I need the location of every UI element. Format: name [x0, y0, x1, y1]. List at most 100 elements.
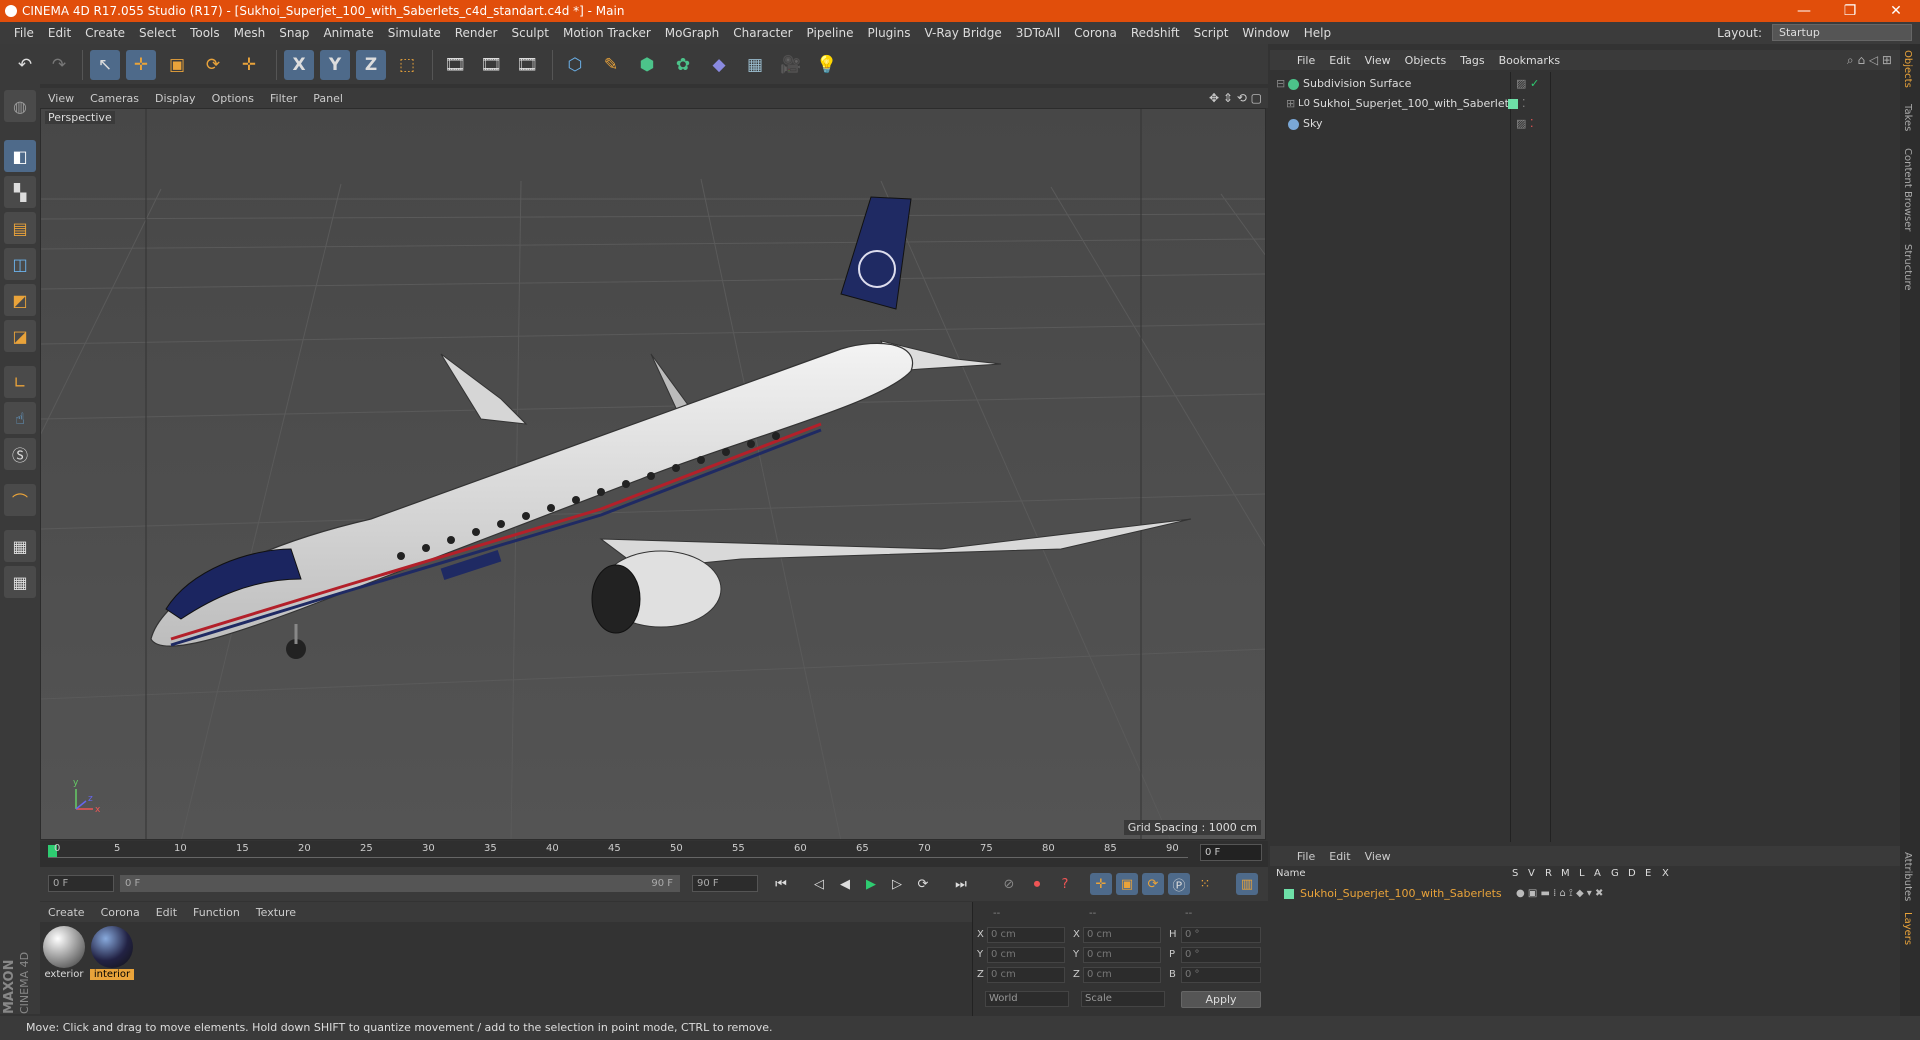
- menu-simulate[interactable]: Simulate: [381, 22, 448, 44]
- menu-corona[interactable]: Corona: [1067, 22, 1124, 44]
- key-rotation-icon[interactable]: ⟳: [1142, 873, 1164, 895]
- play-icon[interactable]: ▶: [860, 873, 882, 895]
- scale-tool-icon[interactable]: ▣: [162, 50, 192, 80]
- workplane-lock-icon[interactable]: ▦: [4, 566, 36, 598]
- objects-menu-tags[interactable]: Tags: [1453, 51, 1491, 71]
- viewport-menu-options[interactable]: Options: [204, 89, 262, 109]
- render-picture-viewer-icon[interactable]: 🎞: [476, 50, 506, 80]
- next-frame-icon[interactable]: ▷: [886, 873, 908, 895]
- viewport-camera-label[interactable]: Perspective: [45, 111, 115, 124]
- key-pla-icon[interactable]: ⁙: [1194, 873, 1216, 895]
- layout-dropdown[interactable]: Startup: [1772, 24, 1912, 41]
- restore-button[interactable]: ❐: [1830, 0, 1870, 22]
- position-y-field[interactable]: 0 cm: [987, 947, 1065, 963]
- menu-mesh[interactable]: Mesh: [227, 22, 273, 44]
- grid-lock-icon[interactable]: ▦: [4, 530, 36, 562]
- menu-motion-tracker[interactable]: Motion Tracker: [556, 22, 658, 44]
- x-axis-lock-icon[interactable]: X: [284, 50, 314, 80]
- edges-mode-icon[interactable]: ◩: [4, 284, 36, 316]
- pen-spline-icon[interactable]: ✎: [596, 50, 626, 80]
- rotation-b-field[interactable]: 0 °: [1181, 967, 1261, 983]
- floor-icon[interactable]: ▦: [740, 50, 770, 80]
- menu-script[interactable]: Script: [1187, 22, 1236, 44]
- start-frame-field[interactable]: 0 F: [48, 875, 114, 892]
- previous-key-icon[interactable]: ◁: [808, 873, 830, 895]
- size-mode-dropdown[interactable]: Scale: [1081, 991, 1165, 1007]
- viewport-nav-icons[interactable]: ✥ ⇕ ⟲ ▢: [1209, 88, 1262, 108]
- next-key-icon[interactable]: ⟳: [912, 873, 934, 895]
- key-parameter-icon[interactable]: Ⓟ: [1168, 873, 1190, 895]
- menu-mograph[interactable]: MoGraph: [658, 22, 727, 44]
- timeline-ruler[interactable]: 0 5 10 15 20 25 30 35 40 45 50 55 60 65 …: [40, 841, 1268, 867]
- deformer-icon[interactable]: ◆: [704, 50, 734, 80]
- coordinate-system-icon[interactable]: ⬚: [392, 50, 422, 80]
- material-menu-create[interactable]: Create: [40, 903, 93, 923]
- objects-menu-edit[interactable]: Edit: [1322, 51, 1357, 71]
- layers-menu-file[interactable]: File: [1290, 850, 1322, 863]
- menu-select[interactable]: Select: [132, 22, 183, 44]
- menu-window[interactable]: Window: [1235, 22, 1296, 44]
- menu-animate[interactable]: Animate: [316, 22, 380, 44]
- rotation-p-field[interactable]: 0 °: [1181, 947, 1261, 963]
- autokey-icon[interactable]: ⏺: [1026, 873, 1048, 895]
- snap-icon[interactable]: Ⓢ: [4, 438, 36, 470]
- key-position-icon[interactable]: ✛: [1090, 873, 1112, 895]
- layer-color-swatch[interactable]: [1284, 889, 1294, 899]
- perspective-viewport[interactable]: y x z Perspective Grid Spacing : 1000 cm: [40, 108, 1266, 840]
- y-axis-lock-icon[interactable]: Y: [320, 50, 350, 80]
- object-row-sky[interactable]: Sky ▨ ⁚: [1272, 114, 1898, 134]
- light-icon[interactable]: 💡: [812, 50, 842, 80]
- keyframe-selection-icon[interactable]: ?: [1054, 873, 1076, 895]
- layer-row[interactable]: Sukhoi_Superjet_100_with_Saberlets ● ▣ ▬…: [1272, 884, 1898, 904]
- tab-content-browser[interactable]: Content Browser: [1902, 148, 1913, 231]
- menu-character[interactable]: Character: [726, 22, 799, 44]
- make-editable-icon[interactable]: ◍: [4, 90, 36, 122]
- tab-layers[interactable]: Layers: [1902, 912, 1913, 945]
- object-manager-nav-icons[interactable]: ⌕ ⌂ ◁ ⊞: [1847, 50, 1892, 70]
- position-z-field[interactable]: 0 cm: [987, 967, 1065, 983]
- menu-plugins[interactable]: Plugins: [861, 22, 918, 44]
- layer-color-swatch[interactable]: [1508, 99, 1518, 109]
- position-x-field[interactable]: 0 cm: [987, 927, 1065, 943]
- viewport-menu-display[interactable]: Display: [147, 89, 204, 109]
- apply-button[interactable]: Apply: [1181, 991, 1261, 1008]
- cloner-icon[interactable]: ✿: [668, 50, 698, 80]
- tab-structure[interactable]: Structure: [1902, 244, 1913, 291]
- menu-redshift[interactable]: Redshift: [1124, 22, 1187, 44]
- object-row-subdivision-surface[interactable]: ⊟ Subdivision Surface ▨ ✓: [1272, 74, 1898, 94]
- menu-tools[interactable]: Tools: [183, 22, 227, 44]
- viewport-menu-filter[interactable]: Filter: [262, 89, 305, 109]
- menu-render[interactable]: Render: [448, 22, 505, 44]
- menu-edit[interactable]: Edit: [41, 22, 78, 44]
- layers-menu-edit[interactable]: Edit: [1322, 850, 1357, 863]
- render-settings-icon[interactable]: 🎞: [512, 50, 542, 80]
- visibility-toggle-icon[interactable]: ▨: [1516, 74, 1526, 94]
- size-z-field[interactable]: 0 cm: [1083, 967, 1161, 983]
- points-mode-icon[interactable]: ◫: [4, 248, 36, 280]
- texture-mode-icon[interactable]: ▚: [4, 176, 36, 208]
- layer-flags-icons[interactable]: ● ▣ ▬ ⁞ ⌂ ⟟ ◆ ▾ ✖: [1516, 884, 1603, 904]
- objects-menu-objects[interactable]: Objects: [1398, 51, 1454, 71]
- visibility-toggle-icon[interactable]: ▨: [1516, 114, 1526, 134]
- go-to-start-icon[interactable]: ⏮: [770, 873, 792, 895]
- magnet-icon[interactable]: ⌒: [4, 484, 36, 516]
- live-select-icon[interactable]: ✛: [234, 50, 264, 80]
- undo-icon[interactable]: ↶: [10, 50, 40, 80]
- viewport-menu-panel[interactable]: Panel: [305, 89, 351, 109]
- viewport-menu-cameras[interactable]: Cameras: [82, 89, 147, 109]
- menu-3dtoall[interactable]: 3DToAll: [1009, 22, 1067, 44]
- coordinate-space-dropdown[interactable]: World: [985, 991, 1069, 1007]
- model-mode-icon[interactable]: ◧: [4, 140, 36, 172]
- size-y-field[interactable]: 0 cm: [1083, 947, 1161, 963]
- enabled-check-icon[interactable]: ✓: [1530, 74, 1539, 94]
- z-axis-lock-icon[interactable]: Z: [356, 50, 386, 80]
- menu-file[interactable]: File: [7, 22, 41, 44]
- axis-mode-icon[interactable]: ∟: [4, 366, 36, 398]
- rotation-h-field[interactable]: 0 °: [1181, 927, 1261, 943]
- cube-primitive-icon[interactable]: ⬡: [560, 50, 590, 80]
- camera-icon[interactable]: 🎥: [776, 50, 806, 80]
- polygons-mode-icon[interactable]: ◪: [4, 320, 36, 352]
- material-menu-texture[interactable]: Texture: [248, 903, 304, 923]
- timeline-window-icon[interactable]: ▥: [1236, 873, 1258, 895]
- visibility-dots-icon[interactable]: ⁚: [1530, 114, 1534, 134]
